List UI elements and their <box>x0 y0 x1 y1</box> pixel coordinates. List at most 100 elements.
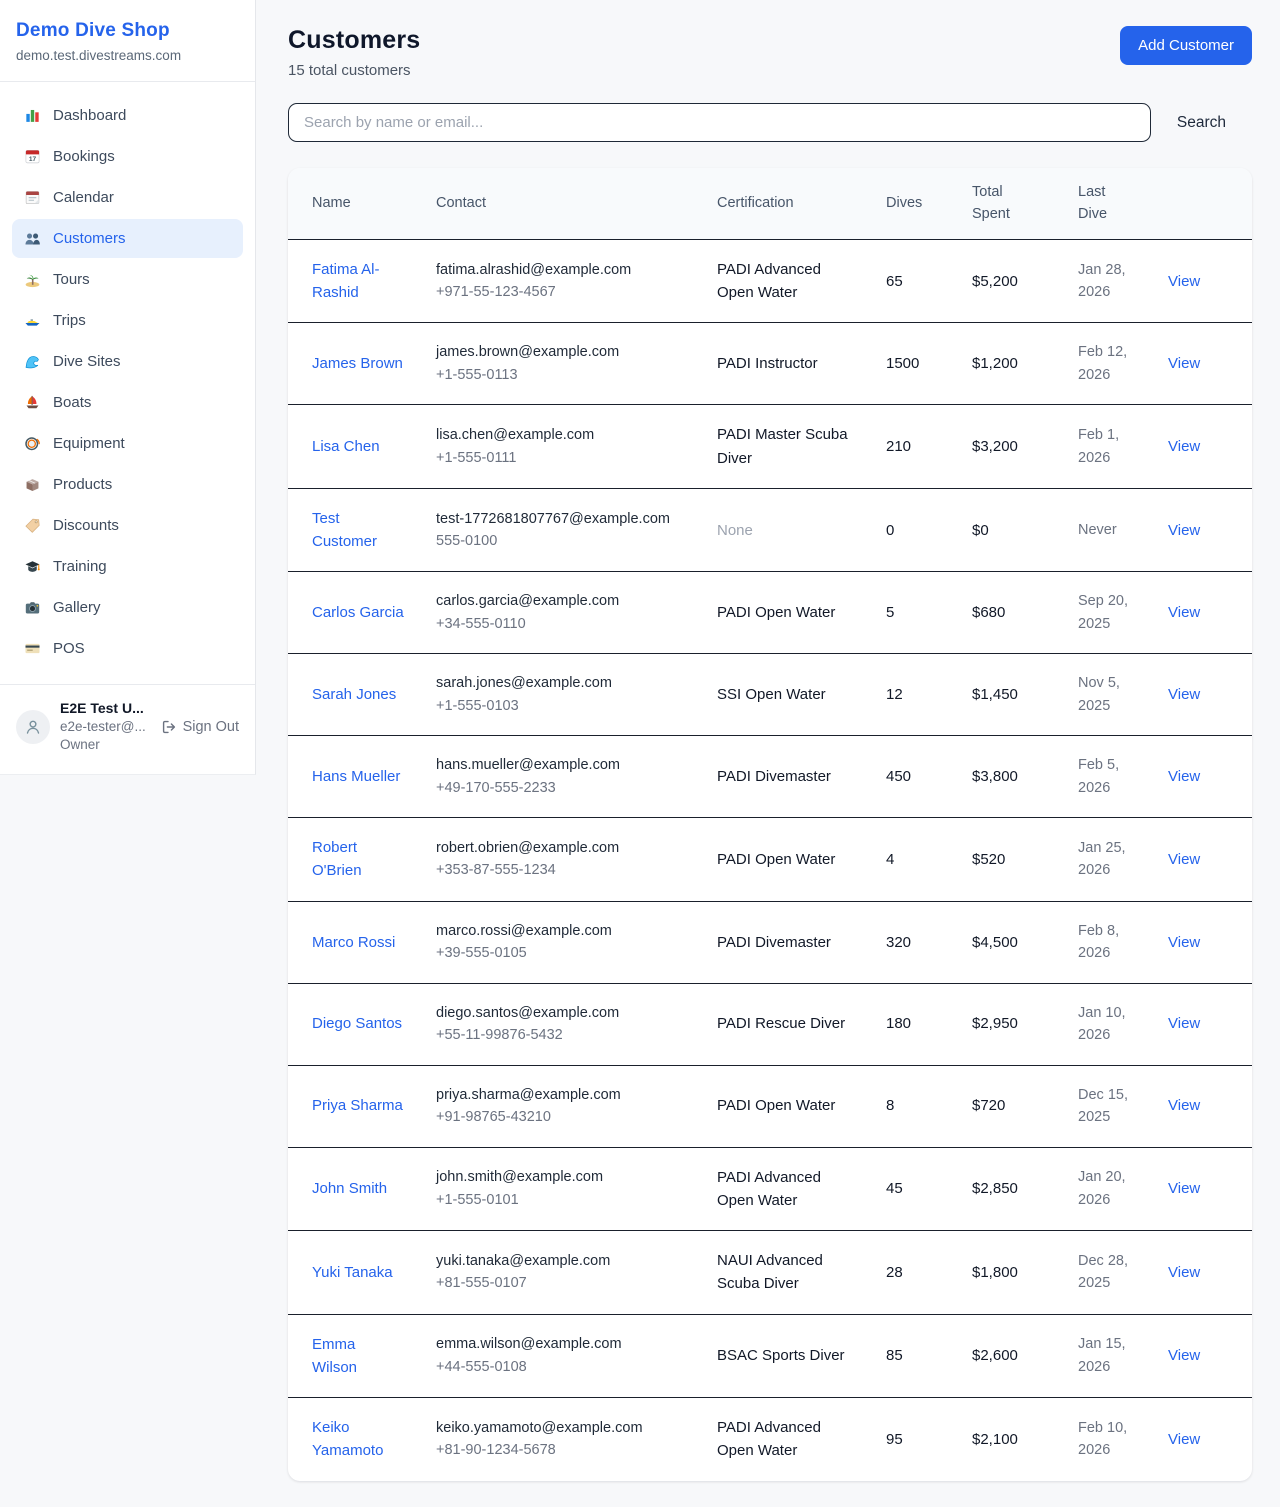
column-header-actions <box>1152 168 1252 239</box>
view-customer-link[interactable]: View <box>1168 934 1200 951</box>
customer-total-spent: $1,450 <box>972 686 1018 703</box>
speedboat-icon <box>24 312 41 329</box>
sidebar-item-dive-sites[interactable]: Dive Sites <box>12 342 243 381</box>
customer-email: lisa.chen@example.com <box>436 424 685 446</box>
customer-last-dive: Jan 25, 2026 <box>1078 840 1126 878</box>
view-customer-link[interactable]: View <box>1168 1264 1200 1281</box>
table-row: James Brown james.brown@example.com +1-5… <box>288 323 1252 405</box>
customer-email: diego.santos@example.com <box>436 1002 685 1024</box>
view-customer-link[interactable]: View <box>1168 438 1200 455</box>
customer-name-link[interactable]: Robert O'Brien <box>312 839 362 879</box>
customer-certification: PADI Advanced Open Water <box>717 1169 821 1209</box>
table-row: Lisa Chen lisa.chen@example.com +1-555-0… <box>288 405 1252 489</box>
view-customer-link[interactable]: View <box>1168 768 1200 785</box>
tag-icon <box>24 517 41 534</box>
customer-last-dive: Jan 10, 2026 <box>1078 1005 1126 1043</box>
bar-chart-icon <box>24 107 41 124</box>
view-customer-link[interactable]: View <box>1168 1180 1200 1197</box>
customer-name-link[interactable]: Emma Wilson <box>312 1336 357 1376</box>
customer-name-link[interactable]: Test Customer <box>312 510 377 550</box>
customer-name-link[interactable]: Yuki Tanaka <box>312 1264 393 1281</box>
sidebar-item-customers[interactable]: Customers <box>12 219 243 258</box>
customer-last-dive: Feb 8, 2026 <box>1078 923 1119 961</box>
customer-email: fatima.alrashid@example.com <box>436 259 685 281</box>
people-icon <box>24 230 41 247</box>
sign-out-button[interactable]: Sign Out <box>161 719 239 735</box>
customer-email: robert.obrien@example.com <box>436 837 685 859</box>
sidebar-item-bookings[interactable]: 17 Bookings <box>12 137 243 176</box>
sidebar-item-discounts[interactable]: Discounts <box>12 506 243 545</box>
customer-phone: +39-555-0105 <box>436 942 685 964</box>
view-customer-link[interactable]: View <box>1168 604 1200 621</box>
table-row: Priya Sharma priya.sharma@example.com +9… <box>288 1065 1252 1147</box>
sidebar-item-calendar[interactable]: Calendar <box>12 178 243 217</box>
sidebar-item-dashboard[interactable]: Dashboard <box>12 96 243 135</box>
customer-name-link[interactable]: Priya Sharma <box>312 1097 403 1114</box>
sidebar-item-label: Dive Sites <box>53 353 121 370</box>
user-box: E2E Test U... e2e-tester@... Owner Sign … <box>0 684 255 774</box>
customer-name-link[interactable]: Diego Santos <box>312 1015 402 1032</box>
customer-certification: BSAC Sports Diver <box>717 1347 845 1364</box>
view-customer-link[interactable]: View <box>1168 686 1200 703</box>
shop-header: Demo Dive Shop demo.test.divestreams.com <box>0 0 255 82</box>
view-customer-link[interactable]: View <box>1168 1347 1200 1364</box>
search-button[interactable]: Search <box>1151 114 1252 132</box>
customer-name-link[interactable]: Lisa Chen <box>312 438 380 455</box>
sidebar-item-gallery[interactable]: Gallery <box>12 588 243 627</box>
customer-email: carlos.garcia@example.com <box>436 590 685 612</box>
sidebar-item-trips[interactable]: Trips <box>12 301 243 340</box>
camera-icon <box>24 599 41 616</box>
customer-dives: 450 <box>886 768 911 785</box>
customer-dives: 4 <box>886 851 894 868</box>
sidebar-item-training[interactable]: Training <box>12 547 243 586</box>
sidebar-item-products[interactable]: Products <box>12 465 243 504</box>
customer-name-link[interactable]: Carlos Garcia <box>312 604 404 621</box>
customer-phone: +353-87-555-1234 <box>436 859 685 881</box>
customer-certification: PADI Advanced Open Water <box>717 261 821 301</box>
customer-total-spent: $520 <box>972 851 1005 868</box>
view-customer-link[interactable]: View <box>1168 851 1200 868</box>
customer-email: emma.wilson@example.com <box>436 1333 685 1355</box>
sidebar-item-tours[interactable]: Tours <box>12 260 243 299</box>
table-row: Test Customer test-1772681807767@example… <box>288 488 1252 572</box>
customer-name-link[interactable]: Sarah Jones <box>312 686 396 703</box>
customer-email: test-1772681807767@example.com <box>436 508 685 530</box>
customer-total-spent: $3,200 <box>972 438 1018 455</box>
svg-text:17: 17 <box>29 156 37 163</box>
customer-name-link[interactable]: Hans Mueller <box>312 768 400 785</box>
column-header-certification: Certification <box>701 168 870 239</box>
calendar-17-icon: 17 <box>24 148 41 165</box>
wave-icon <box>24 353 41 370</box>
customer-name-link[interactable]: John Smith <box>312 1180 387 1197</box>
add-customer-button[interactable]: Add Customer <box>1120 26 1252 65</box>
shop-domain: demo.test.divestreams.com <box>16 48 239 63</box>
table-row: Carlos Garcia carlos.garcia@example.com … <box>288 572 1252 654</box>
sidebar-item-label: Gallery <box>53 599 101 616</box>
sidebar-item-equipment[interactable]: Equipment <box>12 424 243 463</box>
view-customer-link[interactable]: View <box>1168 1431 1200 1448</box>
customer-last-dive: Feb 10, 2026 <box>1078 1420 1127 1458</box>
view-customer-link[interactable]: View <box>1168 522 1200 539</box>
customer-name-link[interactable]: Keiko Yamamoto <box>312 1419 383 1459</box>
customer-phone: +1-555-0103 <box>436 695 685 717</box>
view-customer-link[interactable]: View <box>1168 273 1200 290</box>
sidebar-item-boats[interactable]: Boats <box>12 383 243 422</box>
customer-name-link[interactable]: James Brown <box>312 355 403 372</box>
search-input[interactable] <box>288 103 1151 142</box>
search-row: Search <box>288 103 1252 142</box>
customer-last-dive: Dec 15, 2025 <box>1078 1087 1128 1125</box>
customer-name-link[interactable]: Fatima Al-Rashid <box>312 261 380 301</box>
customer-dives: 0 <box>886 522 894 539</box>
customer-name-link[interactable]: Marco Rossi <box>312 934 395 951</box>
customer-dives: 65 <box>886 273 903 290</box>
customer-total-spent: $680 <box>972 604 1005 621</box>
view-customer-link[interactable]: View <box>1168 355 1200 372</box>
sidebar-item-pos[interactable]: POS <box>12 629 243 668</box>
shop-name: Demo Dive Shop <box>16 20 239 42</box>
customer-phone: +81-90-1234-5678 <box>436 1439 685 1461</box>
customer-certification: PADI Master Scuba Diver <box>717 426 848 466</box>
user-role: Owner <box>60 736 146 754</box>
table-row: Hans Mueller hans.mueller@example.com +4… <box>288 736 1252 818</box>
view-customer-link[interactable]: View <box>1168 1015 1200 1032</box>
view-customer-link[interactable]: View <box>1168 1097 1200 1114</box>
